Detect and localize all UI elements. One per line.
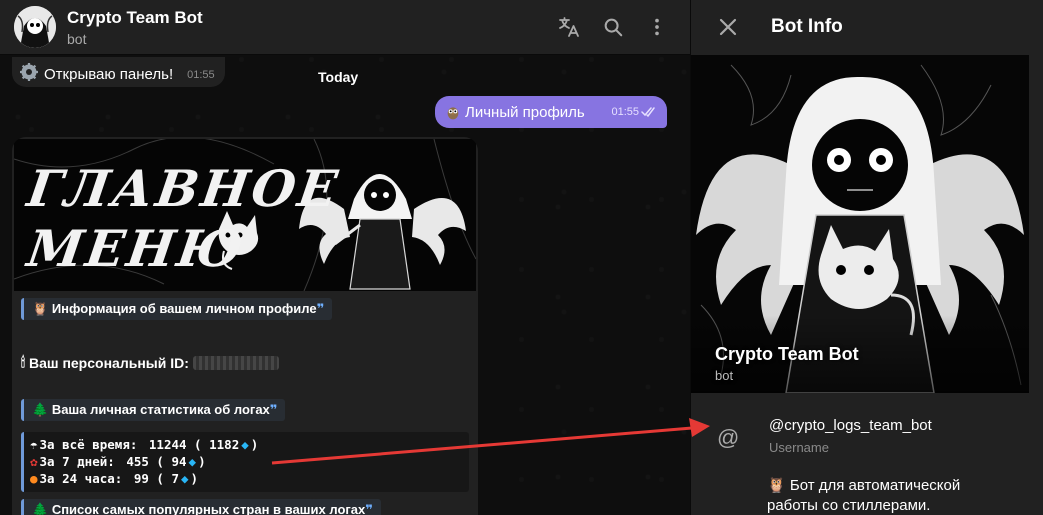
more-vertical-icon[interactable] [644, 14, 670, 40]
quote-text: Список самых популярных стран в ваших ло… [51, 502, 366, 515]
gear-icon [20, 63, 38, 86]
chat-header[interactable]: Crypto Team Bot bot [0, 0, 690, 55]
close-icon [719, 18, 737, 36]
bot-message-open-panel: Открываю панель! 01:55 [12, 57, 225, 87]
chat-title[interactable]: Crypto Team Bot [67, 8, 203, 28]
about-text-1: Бот для автоматической [789, 477, 961, 494]
cube-icon: ◆ [241, 437, 249, 452]
translate-icon[interactable] [556, 14, 582, 40]
bot-about[interactable]: 🦉 Бот для автоматической работы со стилл… [767, 476, 1017, 515]
maple-leaf-icon: ✿ [30, 454, 38, 469]
pumpkin-icon: ● [30, 471, 38, 486]
date-separator: Today [318, 69, 359, 85]
message-time: 01:55 [611, 106, 639, 118]
double-check-icon [641, 106, 657, 118]
tree-icon: 🌲 [32, 502, 49, 515]
banner-title-line1: ГЛАВНОЕ [23, 159, 344, 218]
quote-mark-icon: ❞ [269, 402, 278, 417]
chat-pane: Crypto Team Bot bot Открываю панель! 01:… [0, 0, 690, 515]
profile-picture[interactable]: Crypto Team Bot bot [691, 55, 1029, 393]
username-value[interactable]: @crypto_logs_team_bot [769, 417, 932, 434]
main-menu-banner-image[interactable]: ГЛАВНОЕ МЕНЮ [14, 139, 476, 291]
search-icon[interactable] [600, 14, 626, 40]
stat-value: 11244 ( 1182 [148, 437, 240, 452]
close-button[interactable] [715, 14, 741, 40]
stat-suffix: ) [190, 471, 199, 486]
stats-row-24-hours: ● За 24 часа: 99 ( 7 ◆ ) [30, 470, 463, 487]
stat-suffix: ) [250, 437, 259, 452]
personal-id-value-hidden[interactable] [192, 355, 279, 370]
message-meta: 01:55 [611, 106, 657, 118]
profile-subtitle: bot [715, 368, 734, 383]
tree-icon: 🌲 [32, 402, 49, 417]
personal-id-label: Ваш персональный ID: [28, 354, 189, 371]
outgoing-message: Личный профиль 01:55 [435, 96, 667, 128]
stat-label: За 24 часа: [39, 471, 123, 486]
telegram-window: Crypto Team Bot bot Открываю панель! 01:… [0, 0, 1043, 515]
about-line-1: 🦉 Бот для автоматической [767, 476, 1017, 496]
stat-label: За 7 дней: [39, 454, 115, 469]
username-label: Username [769, 440, 829, 455]
message-text: Открываю панель! [44, 66, 174, 83]
owl-icon: 🦉 [767, 477, 786, 494]
quote-mark-icon: ❞ [316, 301, 325, 316]
stats-row-all-time: ☂ За всё время: 11244 ( 1182 ◆ ) [30, 436, 463, 453]
quote-mark-icon: ❞ [365, 502, 373, 515]
message-text: Личный профиль [465, 103, 585, 121]
banner-title-line2: МЕНЮ [23, 219, 250, 278]
stat-suffix: ) [198, 454, 206, 469]
bot-menu-message: ГЛАВНОЕ МЕНЮ 🦉 Информация об вашем лично… [12, 137, 478, 515]
owl-icon: 🦉 [32, 301, 49, 316]
candle-icon: 🕯 [21, 354, 25, 370]
message-time: 01:55 [187, 68, 215, 81]
bot-avatar[interactable] [14, 6, 56, 48]
owl-icon [445, 104, 461, 120]
about-text-2: работы со стиллерами. [767, 497, 931, 514]
quote-profile-info: 🦉 Информация об вашем личном профиле❞ [21, 298, 333, 320]
stats-code-block[interactable]: ☂ За всё время: 11244 ( 1182 ◆ ) ✿ За 7 … [21, 432, 469, 492]
cube-icon: ◆ [181, 471, 189, 486]
quote-stats: 🌲 Ваша личная статистика об логах❞ [21, 399, 286, 421]
cube-icon: ◆ [188, 454, 197, 469]
quote-text: Ваша личная статистика об логах [51, 402, 270, 417]
quote-countries: 🌲 Список самых популярных стран в ваших … [21, 499, 381, 515]
stat-value: 455 ( 94 [126, 454, 187, 469]
info-title: Bot Info [771, 16, 843, 37]
info-header: Bot Info [691, 0, 1043, 55]
personal-id-line: 🕯 Ваш персональный ID: [21, 354, 279, 371]
umbrella-icon: ☂ [30, 437, 38, 452]
bot-info-panel: Bot Info Crypto Team Bot bot @ @crypto_l… [690, 0, 1043, 515]
profile-name: Crypto Team Bot [715, 344, 859, 364]
at-sign-icon: @ [717, 425, 740, 450]
stat-label: За всё время: [39, 437, 138, 452]
stat-value: 99 ( 7 [133, 471, 180, 486]
quote-text: Информация об вашем личном профиле [51, 301, 317, 316]
chat-subtitle: bot [67, 31, 87, 47]
stats-row-7-days: ✿ За 7 дней: 455 ( 94 ◆ ) [30, 453, 463, 470]
